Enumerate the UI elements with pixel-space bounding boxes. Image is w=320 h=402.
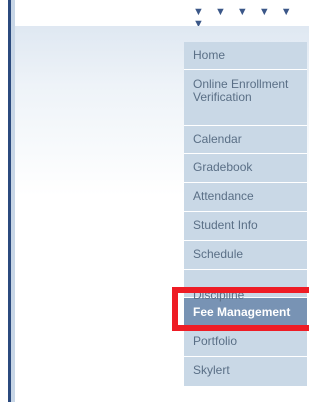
menu-item-attendance[interactable]: Attendance xyxy=(184,183,307,212)
menu-item-portfolio[interactable]: Portfolio xyxy=(184,328,307,357)
menu-item-home[interactable]: Home xyxy=(184,42,307,70)
side-menu: Home Online Enrollment Verification Cale… xyxy=(184,42,307,387)
menu-item-online-enrollment-verification[interactable]: Online Enrollment Verification xyxy=(184,70,307,126)
menu-item-skylert[interactable]: Skylert xyxy=(184,357,307,387)
menu-item-student-info[interactable]: Student Info xyxy=(184,212,307,241)
highlight-annotation xyxy=(172,287,309,331)
menu-item-schedule[interactable]: Schedule xyxy=(184,241,307,270)
menu-item-calendar[interactable]: Calendar xyxy=(184,126,307,154)
header: ▼ ▼ ▼ ▼ ▼ ▼ xyxy=(15,0,309,30)
menu-item-gradebook[interactable]: Gradebook xyxy=(184,154,307,183)
